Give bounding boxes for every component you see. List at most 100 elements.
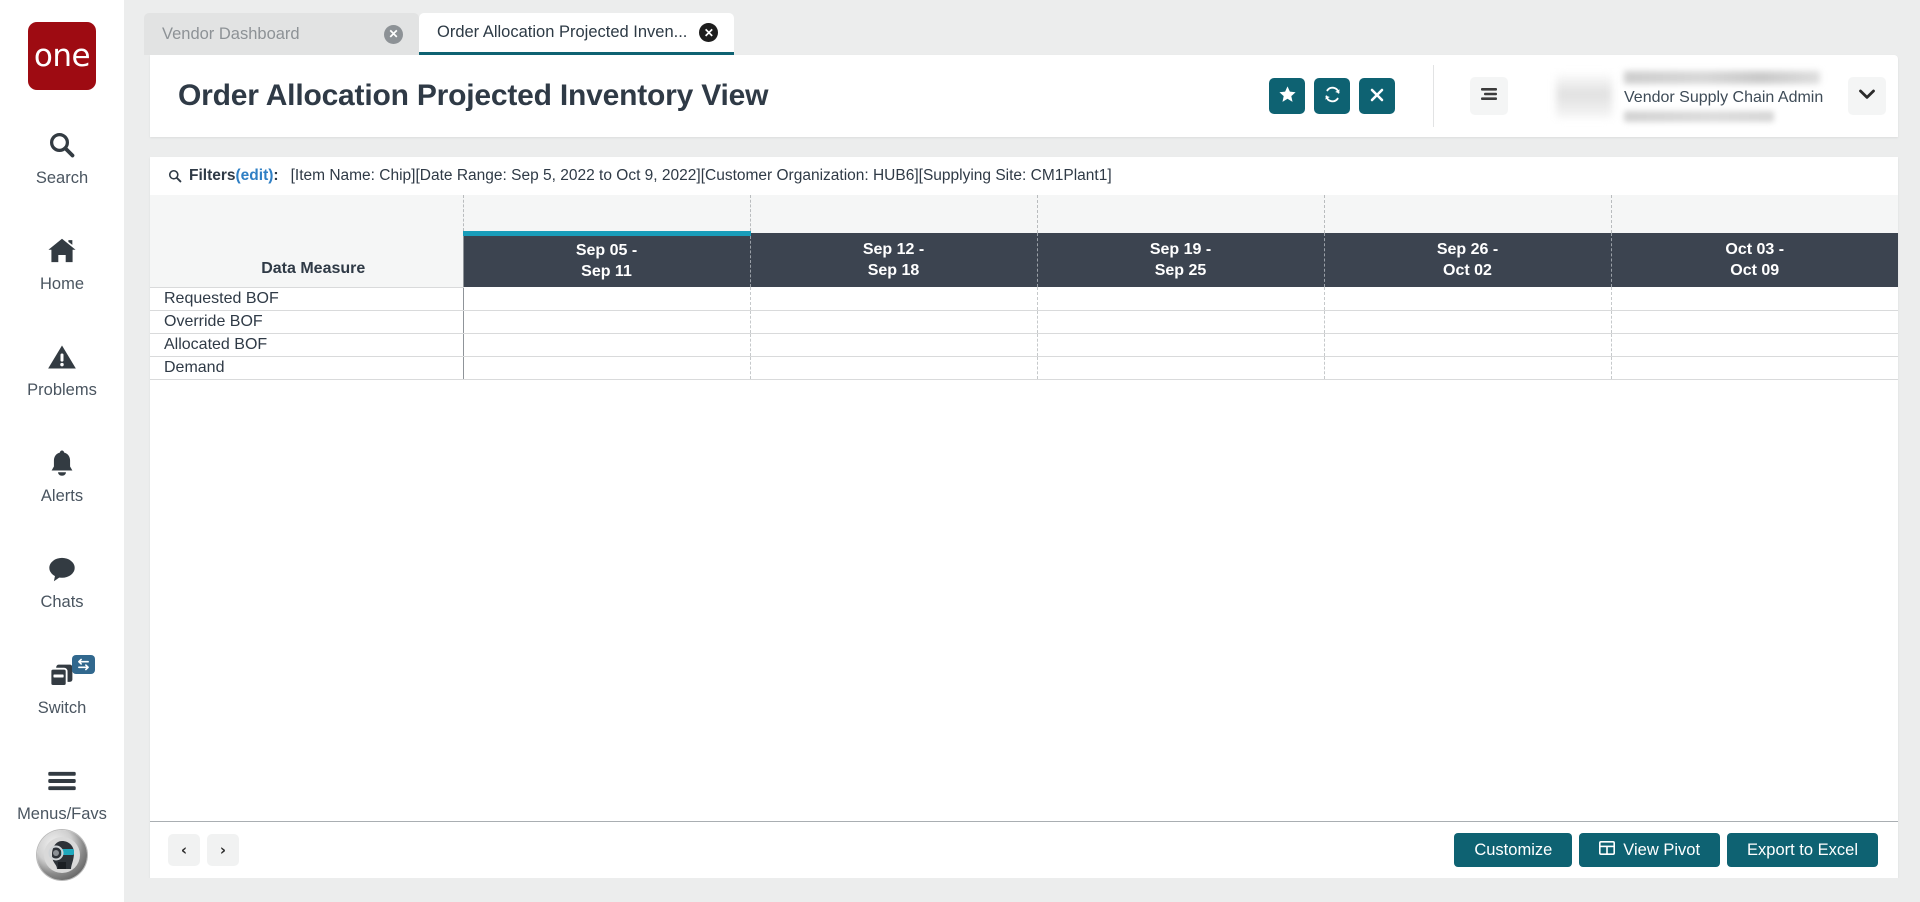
- warning-triangle-icon: [47, 339, 77, 375]
- table-cell[interactable]: [463, 333, 750, 357]
- tab-label: Vendor Dashboard: [162, 24, 300, 43]
- export-to-excel-button-label: Export to Excel: [1747, 840, 1858, 859]
- refresh-button[interactable]: [1314, 78, 1350, 114]
- period-line2: Sep 25: [1154, 262, 1207, 279]
- favorite-button[interactable]: [1269, 78, 1305, 114]
- header-divider: [1433, 65, 1434, 127]
- sidebar-item-home[interactable]: Home: [0, 220, 124, 307]
- period-line2: Sep 11: [581, 263, 632, 281]
- table-cell[interactable]: [749, 287, 1037, 311]
- filters-edit-link[interactable]: (edit): [236, 167, 274, 185]
- period-header[interactable]: Sep 26 - Oct 02: [1323, 233, 1611, 287]
- period-line2: Sep 18: [867, 262, 920, 279]
- ai-assistant-avatar-icon[interactable]: [37, 830, 87, 880]
- table-cell[interactable]: [749, 310, 1037, 334]
- table-row: Allocated BOF: [150, 333, 1898, 357]
- period-line2: Oct 09: [1730, 262, 1780, 279]
- export-to-excel-button[interactable]: Export to Excel: [1727, 833, 1878, 867]
- period-blank-cell: [1036, 195, 1324, 233]
- table-row: Override BOF: [150, 310, 1898, 334]
- sidebar-item-switch[interactable]: Switch: [0, 644, 124, 731]
- period-header[interactable]: Sep 12 - Sep 18: [749, 233, 1037, 287]
- close-circle-icon[interactable]: ✕: [699, 23, 719, 42]
- period-header[interactable]: Sep 19 - Sep 25: [1036, 233, 1324, 287]
- table-cell[interactable]: [1610, 310, 1898, 334]
- tab-order-allocation-projected-inventory[interactable]: Order Allocation Projected Inven... ✕: [419, 13, 735, 55]
- filters-label: Filters: [189, 167, 236, 184]
- refresh-icon: [1323, 85, 1342, 107]
- tab-vendor-dashboard[interactable]: Vendor Dashboard ✕: [144, 13, 419, 55]
- filters-bar: Filters (edit) : [Item Name: Chip][Date …: [150, 157, 1898, 195]
- home-icon: [46, 233, 78, 269]
- rail-item-list: Search Home Problems Alerts Chats Switch…: [0, 114, 124, 856]
- customize-button[interactable]: Customize: [1454, 833, 1573, 867]
- user-profile-block[interactable]: Vendor Supply Chain Admin: [1556, 70, 1886, 122]
- table-cell[interactable]: [1323, 333, 1611, 357]
- search-icon: [168, 169, 182, 183]
- table-cell[interactable]: [749, 333, 1037, 357]
- next-page-button[interactable]: ›: [207, 834, 239, 866]
- sidebar-item-problems[interactable]: Problems: [0, 326, 124, 413]
- table-cell[interactable]: [1610, 356, 1898, 380]
- row-measure-label: Override BOF: [150, 310, 464, 334]
- user-role-label: Vendor Supply Chain Admin: [1624, 88, 1824, 106]
- list-menu-button[interactable]: [1470, 77, 1508, 115]
- header-action-buttons: [1269, 78, 1395, 114]
- table-cell[interactable]: [749, 356, 1037, 380]
- period-header[interactable]: Sep 05 - Sep 11: [463, 230, 750, 287]
- sidebar-item-chats[interactable]: Chats: [0, 538, 124, 625]
- sidebar-item-alerts[interactable]: Alerts: [0, 432, 124, 519]
- row-measure-label: Allocated BOF: [150, 333, 464, 357]
- user-meta: Vendor Supply Chain Admin: [1624, 70, 1834, 122]
- list-menu-icon: [1479, 86, 1499, 107]
- sidebar-item-label: Problems: [27, 381, 97, 399]
- table-cell[interactable]: [1036, 356, 1324, 380]
- tab-label: Order Allocation Projected Inven...: [437, 23, 688, 41]
- table-cell[interactable]: [1036, 310, 1324, 334]
- table-head-row-periods: Data Measure Sep 05 - Sep 11 Sep 12 - Se…: [150, 230, 1898, 288]
- page-title: Order Allocation Projected Inventory Vie…: [178, 79, 769, 112]
- sidebar-item-search[interactable]: Search: [0, 114, 124, 201]
- table-cell[interactable]: [463, 310, 750, 334]
- corner-top-cell: [150, 195, 463, 233]
- avatar: [1556, 74, 1612, 118]
- user-menu-toggle[interactable]: [1848, 77, 1886, 115]
- table-cell[interactable]: [1323, 310, 1611, 334]
- table-cell[interactable]: [463, 356, 750, 380]
- table-row: Requested BOF: [150, 287, 1898, 311]
- chat-bubble-icon: [47, 551, 77, 587]
- period-line2: Oct 02: [1443, 262, 1492, 279]
- view-pivot-button[interactable]: View Pivot: [1579, 833, 1721, 867]
- period-blank-cell: [1323, 195, 1611, 233]
- table-body: Requested BOF Override BOF Allocated BOF…: [150, 287, 1898, 380]
- table-cell[interactable]: [1610, 287, 1898, 311]
- chevron-down-icon: [1858, 87, 1876, 105]
- close-button[interactable]: [1359, 78, 1395, 114]
- table-head-row-spacer: [150, 195, 1898, 233]
- close-circle-icon[interactable]: ✕: [384, 24, 403, 44]
- brand-logo[interactable]: one: [28, 22, 96, 90]
- row-measure-label: Demand: [150, 356, 464, 380]
- sidebar-item-menus-favs[interactable]: Menus/Favs: [0, 750, 124, 837]
- switch-swap-badge-icon[interactable]: [72, 655, 95, 674]
- table-cell[interactable]: [1036, 287, 1324, 311]
- sidebar-item-label: Alerts: [40, 487, 84, 505]
- period-line1: Sep 19 -: [1149, 241, 1212, 258]
- table-cell[interactable]: [1610, 333, 1898, 357]
- table-cell[interactable]: [1036, 333, 1324, 357]
- sidebar-item-label: Search: [35, 169, 89, 187]
- grid-empty-space: [150, 379, 1898, 821]
- footer-action-buttons: Customize View Pivot Export to Excel: [1454, 833, 1878, 867]
- view-pivot-button-label: View Pivot: [1623, 840, 1701, 859]
- bell-icon: [48, 445, 76, 481]
- table-head: Data Measure Sep 05 - Sep 11 Sep 12 - Se…: [150, 195, 1898, 288]
- period-line1: Sep 26 -: [1436, 241, 1499, 258]
- period-header[interactable]: Oct 03 - Oct 09: [1610, 233, 1898, 287]
- table-cell[interactable]: [1323, 287, 1611, 311]
- main-area: Vendor Dashboard ✕ Order Allocation Proj…: [124, 0, 1920, 902]
- previous-page-button[interactable]: ‹: [168, 834, 200, 866]
- table-cell[interactable]: [463, 287, 750, 311]
- period-line1: Sep 05 -: [575, 242, 638, 260]
- table-cell[interactable]: [1323, 356, 1611, 380]
- page-header: Order Allocation Projected Inventory Vie…: [150, 55, 1898, 137]
